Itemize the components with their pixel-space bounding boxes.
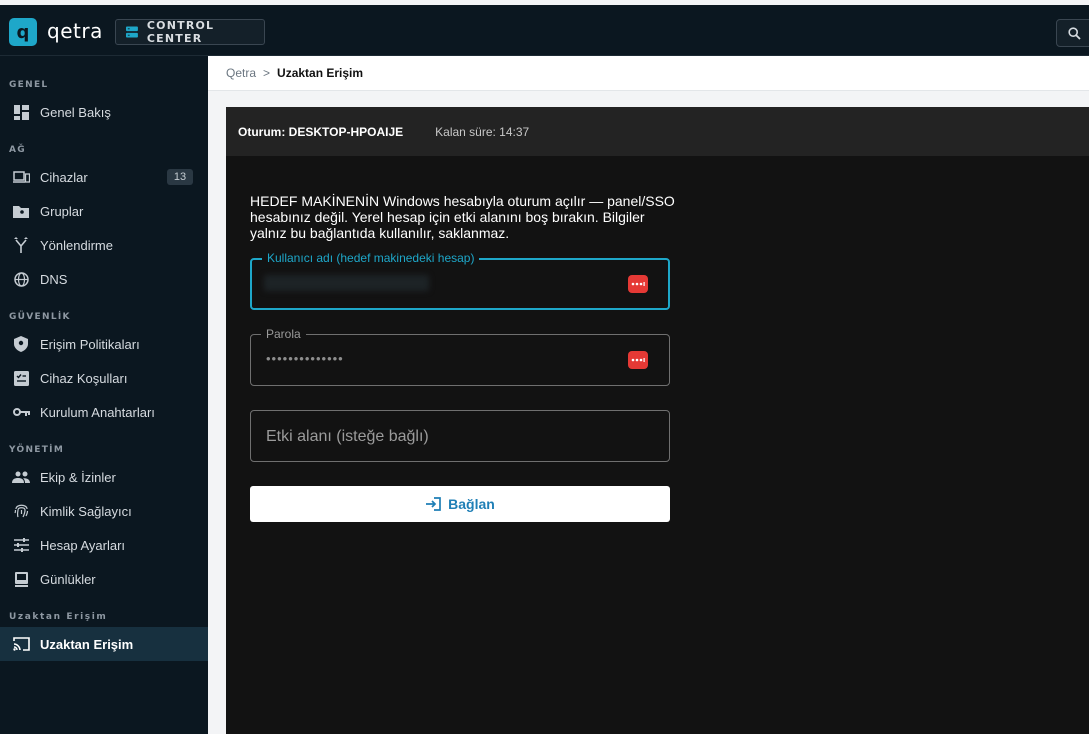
key-icon (12, 403, 30, 421)
section-guvenlik: GÜVENLİK (9, 312, 71, 322)
remote-session-panel: Oturum: DESKTOP-HPOAIJE Kalan süre: 14:3… (226, 107, 1089, 734)
sidebar-item-label: Kimlik Sağlayıcı (40, 503, 132, 519)
sidebar-item-groups[interactable]: Gruplar (0, 194, 208, 228)
username-value-redacted (264, 275, 429, 291)
sidebar-item-label: Genel Bakış (40, 104, 111, 120)
password-field[interactable]: Parola •••••••••••••• (250, 327, 670, 386)
sidebar-item-label: Kurulum Anahtarları (40, 404, 155, 420)
sidebar-item-devices[interactable]: Cihazlar 13 (0, 160, 208, 194)
checklist-icon (12, 369, 30, 387)
sidebar-item-overview[interactable]: Genel Bakış (0, 95, 208, 129)
sidebar-item-team[interactable]: Ekip & İzinler (0, 460, 208, 494)
cast-icon (12, 635, 30, 653)
devices-icon (12, 168, 30, 186)
sidebar-item-label: DNS (40, 271, 68, 287)
app-logo[interactable]: q (9, 18, 37, 46)
login-icon (425, 497, 442, 511)
sidebar-item-logs[interactable]: Günlükler (0, 562, 208, 596)
sidebar-item-label: Uzaktan Erişim (40, 636, 134, 652)
session-header: Oturum: DESKTOP-HPOAIJE Kalan süre: 14:3… (226, 107, 1089, 156)
people-icon (12, 468, 30, 486)
breadcrumb-separator: > (263, 66, 271, 80)
sidebar-item-label: Cihazlar (40, 169, 88, 185)
session-name: Oturum: DESKTOP-HPOAIJE (238, 124, 404, 139)
sidebar-item-label: Erişim Politikaları (40, 336, 140, 352)
sidebar-item-label: Hesap Ayarları (40, 537, 126, 553)
sidebar-item-label: Yönlendirme (40, 237, 113, 253)
sidebar-item-label: Ekip & İzinler (40, 469, 116, 485)
shield-icon (12, 335, 30, 353)
sidebar-item-setup-keys[interactable]: Kurulum Anahtarları (0, 395, 208, 429)
password-label: Parola (261, 327, 306, 341)
brand-name: qetra (47, 19, 103, 43)
password-manager-icon[interactable] (628, 351, 648, 369)
domain-placeholder: Etki alanı (isteğe bağlı) (266, 428, 429, 445)
sidebar-item-routing[interactable]: Yönlendirme (0, 228, 208, 262)
control-center-label: CONTROL CENTER (146, 19, 215, 45)
username-label: Kullanıcı adı (hedef makinedeki hesap) (262, 251, 480, 265)
section-yonetim: YÖNETİM (9, 445, 65, 455)
routing-icon (12, 236, 30, 254)
fingerprint-icon (12, 502, 30, 520)
username-field[interactable]: Kullanıcı adı (hedef makinedeki hesap) (250, 251, 670, 310)
control-center-button[interactable]: CONTROL CENTER (115, 19, 265, 45)
search-icon (1068, 26, 1081, 40)
device-count-badge: 13 (167, 169, 193, 185)
sidebar-item-label: Cihaz Koşulları (40, 370, 128, 386)
breadcrumb: Qetra > Uzaktan Erişim (208, 56, 1089, 91)
log-icon (12, 570, 30, 588)
section-uzaktan-erisim: Uzaktan Erişim (9, 612, 108, 622)
breadcrumb-root-link[interactable]: Qetra (226, 66, 256, 80)
domain-field[interactable]: Etki alanı (isteğe bağlı) (250, 410, 670, 462)
sidebar: GENEL Genel Bakış AĞ Cihazlar 13 Gruplar… (0, 56, 208, 734)
sidebar-item-device-posture[interactable]: Cihaz Koşulları (0, 361, 208, 395)
sidebar-item-remote-access[interactable]: Uzaktan Erişim (0, 627, 208, 661)
session-time-remaining: Kalan süre: 14:37 (435, 124, 530, 139)
password-manager-icon[interactable] (628, 275, 648, 293)
password-value: •••••••••••••• (266, 351, 344, 366)
top-bar: q qetra CONTROL CENTER (0, 5, 1089, 56)
sidebar-item-account-settings[interactable]: Hesap Ayarları (0, 528, 208, 562)
folder-icon (12, 202, 30, 220)
search-button[interactable] (1056, 19, 1089, 47)
sidebar-item-access-policies[interactable]: Erişim Politikaları (0, 327, 208, 361)
sidebar-item-label: Gruplar (40, 203, 84, 219)
sliders-icon (12, 536, 30, 554)
breadcrumb-current: Uzaktan Erişim (277, 66, 364, 80)
sidebar-item-dns[interactable]: DNS (0, 262, 208, 296)
sidebar-item-label: Günlükler (40, 571, 96, 587)
section-genel: GENEL (9, 80, 49, 90)
sidebar-item-identity-provider[interactable]: Kimlik Sağlayıcı (0, 494, 208, 528)
dashboard-icon (12, 103, 30, 121)
globe-icon (12, 270, 30, 288)
connect-button[interactable]: Bağlan (250, 486, 670, 522)
server-icon (126, 26, 138, 38)
connect-label: Bağlan (448, 496, 495, 512)
section-ag: AĞ (9, 145, 26, 155)
login-info-text: HEDEF MAKİNENİN Windows hesabıyla oturum… (250, 193, 675, 241)
